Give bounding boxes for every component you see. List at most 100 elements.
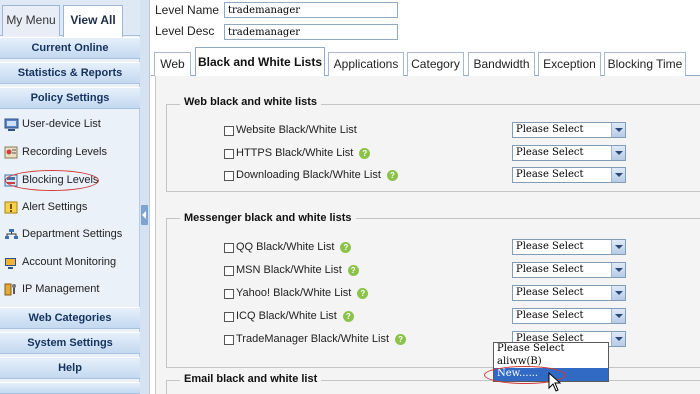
dropdown-arrow-icon[interactable] <box>611 332 625 346</box>
messenger-lists-section: QQ Black/White List? Please Select MSN B… <box>166 218 700 368</box>
yahoo-list-select[interactable]: Please Select <box>512 285 626 301</box>
icq-list-checkbox[interactable] <box>224 312 234 322</box>
website-list-label: Website Black/White List <box>236 124 357 136</box>
dropdown-option-new[interactable]: New...... <box>494 368 608 381</box>
sidebar-item-ip-management[interactable]: IP Management <box>0 277 140 303</box>
select-value: Please Select <box>516 169 584 180</box>
msn-list-checkbox[interactable] <box>224 266 234 276</box>
help-icon[interactable]: ? <box>340 241 352 253</box>
category-policy-settings[interactable]: Policy Settings <box>0 87 140 109</box>
yahoo-list-checkbox[interactable] <box>224 289 234 299</box>
https-list-label: HTTPS Black/White List? <box>236 147 371 159</box>
sidebar-item-department-settings[interactable]: Department Settings <box>0 222 140 248</box>
list-item: ICQ Black/White List? Please Select <box>167 308 700 328</box>
tab-web[interactable]: Web <box>154 52 191 76</box>
help-icon[interactable]: ? <box>395 333 407 345</box>
trademanager-list-label: TradeManager Black/White List? <box>236 333 407 345</box>
qq-list-checkbox[interactable] <box>224 243 234 253</box>
help-icon[interactable]: ? <box>342 310 354 322</box>
sidebar-item-account-monitoring[interactable]: Account Monitoring <box>0 250 140 276</box>
category-system-settings[interactable]: System Settings <box>0 332 140 354</box>
blocking-levels-icon <box>4 174 18 187</box>
website-list-checkbox[interactable] <box>224 126 234 136</box>
department-settings-icon <box>5 229 18 239</box>
category-help[interactable]: Help <box>0 357 140 379</box>
recording-levels-icon <box>4 146 18 159</box>
tab-applications[interactable]: Applications <box>328 52 404 76</box>
qq-list-select[interactable]: Please Select <box>512 239 626 255</box>
dropdown-arrow-icon[interactable] <box>611 146 625 160</box>
level-name-label: Level Name <box>155 3 220 17</box>
alert-settings-icon <box>4 201 18 214</box>
list-item: QQ Black/White List? Please Select <box>167 239 700 259</box>
dropdown-arrow-icon[interactable] <box>611 263 625 277</box>
downloading-list-checkbox[interactable] <box>224 171 234 181</box>
row-text: Yahoo! Black/White List <box>236 287 352 299</box>
tab-bandwidth[interactable]: Bandwidth <box>468 52 535 76</box>
messenger-lists-title: Messenger black and white lists <box>180 212 356 224</box>
sidebar-item-label: Recording Levels <box>22 146 107 158</box>
category-current-online[interactable]: Current Online <box>0 37 140 59</box>
user-device-list-icon <box>4 118 19 131</box>
trademanager-dropdown-list: Please Select aliww(B) New...... <box>493 342 609 382</box>
https-list-checkbox[interactable] <box>224 149 234 159</box>
level-desc-label: Level Desc <box>155 24 215 38</box>
select-value: Please Select <box>516 264 584 275</box>
help-icon[interactable]: ? <box>357 287 369 299</box>
settings-tab-bar: Web Black and White Lists Applications C… <box>151 46 700 77</box>
row-text: ICQ Black/White List <box>236 310 337 322</box>
downloading-list-label: Downloading Black/White List? <box>236 169 398 181</box>
collapse-arrow-icon[interactable] <box>141 205 148 225</box>
dropdown-arrow-icon[interactable] <box>611 123 625 137</box>
select-value: Please Select <box>516 287 584 298</box>
sidebar-splitter[interactable] <box>140 0 150 394</box>
sidebar-item-label: Alert Settings <box>22 201 88 213</box>
sidebar-item-blocking-levels[interactable]: Blocking Levels <box>0 168 140 194</box>
sidebar-item-label: User-device List <box>22 118 101 130</box>
tab-blocking-time[interactable]: Blocking Time <box>604 52 686 76</box>
tab-view-all[interactable]: View All <box>63 5 123 37</box>
icq-list-select[interactable]: Please Select <box>512 308 626 324</box>
tab-black-and-white-lists[interactable]: Black and White Lists <box>195 47 325 77</box>
main-panel: Level Name Level Desc Web Black and Whit… <box>151 0 700 394</box>
row-text: TradeManager Black/White List <box>236 333 390 345</box>
row-text: Downloading Black/White List <box>236 169 381 181</box>
category-web-categories[interactable]: Web Categories <box>0 307 140 329</box>
msn-list-label: MSN Black/White List? <box>236 264 359 276</box>
sidebar-item-user-device-list[interactable]: User-device List <box>0 112 140 138</box>
row-text: HTTPS Black/White List <box>236 147 354 159</box>
web-lists-section: Website Black/White List Please Select H… <box>166 104 700 192</box>
sidebar-item-recording-levels[interactable]: Recording Levels <box>0 140 140 166</box>
sidebar-item-label: IP Management <box>22 283 100 295</box>
dropdown-arrow-icon[interactable] <box>611 309 625 323</box>
downloading-list-select[interactable]: Please Select <box>512 167 626 183</box>
list-item: Yahoo! Black/White List? Please Select <box>167 285 700 305</box>
select-value: Please Select <box>516 147 584 158</box>
dropdown-arrow-icon[interactable] <box>611 240 625 254</box>
sidebar-item-label: Account Monitoring <box>22 256 117 268</box>
msn-list-select[interactable]: Please Select <box>512 262 626 278</box>
category-statistics-reports[interactable]: Statistics & Reports <box>0 62 140 84</box>
dropdown-arrow-icon[interactable] <box>611 286 625 300</box>
website-list-select[interactable]: Please Select <box>512 122 626 138</box>
dropdown-option-aliww[interactable]: aliww(B) <box>494 356 608 369</box>
dropdown-arrow-icon[interactable] <box>611 168 625 182</box>
account-monitoring-icon <box>5 258 16 269</box>
select-value: Please Select <box>516 241 584 252</box>
trademanager-list-checkbox[interactable] <box>224 335 234 345</box>
select-value: Please Select <box>516 124 584 135</box>
help-icon[interactable]: ? <box>359 147 371 159</box>
level-desc-input[interactable] <box>224 24 398 40</box>
sidebar-item-alert-settings[interactable]: Alert Settings <box>0 195 140 221</box>
help-icon[interactable]: ? <box>386 169 398 181</box>
list-item: HTTPS Black/White List? Please Select <box>167 145 700 165</box>
qq-list-label: QQ Black/White List? <box>236 241 352 253</box>
help-icon[interactable]: ? <box>347 264 359 276</box>
https-list-select[interactable]: Please Select <box>512 145 626 161</box>
tab-my-menu[interactable]: My Menu <box>2 5 60 36</box>
tab-category[interactable]: Category <box>407 52 464 76</box>
dropdown-option-please-select[interactable]: Please Select <box>494 343 608 356</box>
level-name-input[interactable] <box>224 2 398 18</box>
tab-exception[interactable]: Exception <box>538 52 601 76</box>
icq-list-label: ICQ Black/White List? <box>236 310 354 322</box>
